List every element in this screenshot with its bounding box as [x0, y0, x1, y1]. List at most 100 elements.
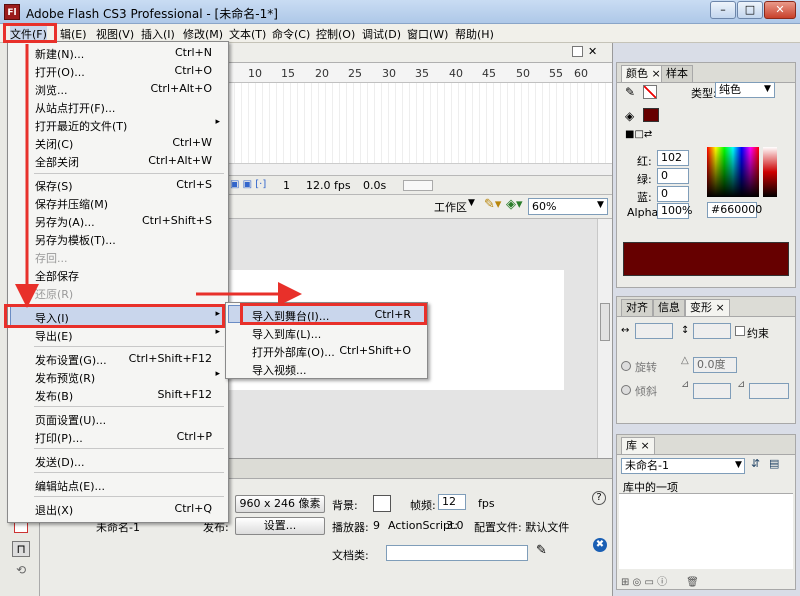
- menu-open-from-site[interactable]: 从站点打开(F)...: [8, 98, 228, 116]
- menu-page-setup[interactable]: 页面设置(U)...: [8, 410, 228, 428]
- menu-text[interactable]: 文本(T): [229, 26, 266, 42]
- magnet-icon[interactable]: ⊓: [12, 541, 30, 557]
- menu-edit-sites[interactable]: 编辑站点(E)...: [8, 476, 228, 494]
- menu-exit[interactable]: 退出(X) Ctrl+Q: [8, 500, 228, 518]
- workspace-dropdown[interactable]: 工作区: [434, 199, 467, 215]
- blue-input[interactable]: 0: [657, 186, 689, 202]
- smooth-icon[interactable]: ⟲: [12, 563, 30, 579]
- menu-save-as-template[interactable]: 另存为模板(T)...: [8, 230, 228, 248]
- menu-publish-settings[interactable]: 发布设置(G)... Ctrl+Shift+F12: [8, 350, 228, 368]
- green-input[interactable]: 0: [657, 168, 689, 184]
- onion-skin-icon[interactable]: ▣ ▣ [·]: [230, 179, 266, 190]
- rotate-radio[interactable]: [621, 361, 631, 371]
- menu-window[interactable]: 窗口(W): [407, 26, 448, 42]
- tab-align[interactable]: 对齐: [621, 299, 653, 316]
- menu-debug[interactable]: 调试(D): [362, 26, 401, 42]
- menu-edit[interactable]: 辑(E): [60, 26, 87, 42]
- skew-h-input[interactable]: [693, 383, 731, 399]
- edit-scene-icon[interactable]: ◈▾: [506, 197, 523, 212]
- menu-separator: [34, 346, 224, 347]
- ruler-tick: 10: [248, 67, 262, 80]
- menu-insert[interactable]: 插入(I): [141, 26, 175, 42]
- menu-import-to-library[interactable]: 导入到库(L)...: [226, 324, 427, 342]
- skew-radio[interactable]: [621, 385, 631, 395]
- zoom-select[interactable]: 60% ▼: [528, 198, 608, 215]
- ruler-tick: 30: [382, 67, 396, 80]
- height-input[interactable]: [693, 323, 731, 339]
- tab-library[interactable]: 库 ×: [621, 437, 655, 454]
- menu-publish[interactable]: 发布(B) Shift+F12: [8, 386, 228, 404]
- timeline-hscroll[interactable]: [228, 163, 612, 175]
- menu-export[interactable]: 导出(E) ▸: [8, 326, 228, 344]
- minimize-button[interactable]: –: [710, 1, 736, 19]
- library-panel: 库 × 未命名-1 ▼ ⇵ ▤ 库中的一项 ⊞ ◎ ▭ ⓘ 🗑: [616, 434, 796, 590]
- library-document-select[interactable]: 未命名-1: [621, 458, 745, 474]
- workspace-chevron-icon[interactable]: ▼: [468, 198, 475, 208]
- color-spectrum[interactable]: [707, 147, 759, 197]
- help-icon[interactable]: ?: [592, 491, 606, 505]
- paint-bucket-icon[interactable]: ◈: [625, 109, 634, 123]
- stroke-color-swatch[interactable]: [643, 85, 657, 99]
- maximize-button[interactable]: □: [737, 1, 763, 19]
- close-button[interactable]: ✕: [764, 1, 796, 19]
- document-class-input[interactable]: [386, 545, 528, 561]
- menu-control[interactable]: 控制(O): [316, 26, 355, 42]
- menu-modify[interactable]: 修改(M): [183, 26, 223, 42]
- menu-open-external-library[interactable]: 打开外部库(O)... Ctrl+Shift+O: [226, 342, 427, 360]
- pencil-icon[interactable]: ✎: [536, 543, 547, 558]
- menu-open-recent[interactable]: 打开最近的文件(T) ▸: [8, 116, 228, 134]
- library-footer-icons[interactable]: ⊞ ◎ ▭ ⓘ 🗑: [621, 573, 699, 588]
- document-size-button[interactable]: 960 x 246 像素: [235, 495, 325, 513]
- width-input[interactable]: [635, 323, 673, 339]
- alpha-input[interactable]: 100%: [657, 203, 692, 219]
- info-icon[interactable]: ✖: [593, 538, 607, 552]
- menu-send[interactable]: 发送(D)...: [8, 452, 228, 470]
- swap-colors-icon[interactable]: ■□⇄: [625, 129, 652, 140]
- new-library-icon[interactable]: ▤: [769, 457, 779, 470]
- frame-rate: 12.0 fps: [306, 179, 351, 192]
- tab-swatches[interactable]: 样本: [661, 65, 693, 82]
- fill-color-swatch[interactable]: [643, 108, 659, 122]
- background-color-swatch[interactable]: [373, 495, 391, 512]
- menu-help[interactable]: 帮助(H): [455, 26, 494, 42]
- menu-close[interactable]: 关闭(C) Ctrl+W: [8, 134, 228, 152]
- menu-print[interactable]: 打印(P)... Ctrl+P: [8, 428, 228, 446]
- stage-vscroll[interactable]: [597, 219, 612, 458]
- pin-library-icon[interactable]: ⇵: [751, 457, 760, 470]
- stroke-pencil-icon[interactable]: ✎: [625, 85, 635, 99]
- publish-settings-button[interactable]: 设置...: [235, 517, 325, 535]
- menu-save-all[interactable]: 全部保存: [8, 266, 228, 284]
- edit-symbols-icon[interactable]: ✎▾: [484, 197, 501, 212]
- close-doc-icon[interactable]: ✕: [588, 45, 597, 58]
- tab-transform[interactable]: 变形 ×: [685, 299, 730, 316]
- menu-new[interactable]: 新建(N)... Ctrl+N: [8, 44, 228, 62]
- library-list[interactable]: [619, 493, 793, 569]
- menu-save-as[interactable]: 另存为(A)... Ctrl+Shift+S: [8, 212, 228, 230]
- brightness-slider[interactable]: [763, 147, 777, 197]
- menu-view[interactable]: 视图(V): [96, 26, 134, 42]
- menu-save-compact[interactable]: 保存并压缩(M): [8, 194, 228, 212]
- constrain-checkbox[interactable]: [735, 326, 745, 336]
- menu-import-video[interactable]: 导入视频...: [226, 360, 427, 378]
- tab-transform-label: 变形: [690, 301, 712, 314]
- color-tabbar: 颜色 × 样本: [617, 63, 795, 83]
- menu-open[interactable]: 打开(O)... Ctrl+O: [8, 62, 228, 80]
- menu-browse[interactable]: 浏览... Ctrl+Alt+O: [8, 80, 228, 98]
- menu-close-all[interactable]: 全部关闭 Ctrl+Alt+W: [8, 152, 228, 170]
- tab-color[interactable]: 颜色 ×: [621, 65, 666, 82]
- rotate-input[interactable]: 0.0度: [693, 357, 737, 373]
- blue-label: 蓝:: [637, 191, 652, 204]
- timeline-frames[interactable]: [228, 83, 612, 163]
- red-input[interactable]: 102: [657, 150, 689, 166]
- background-label: 背景:: [332, 499, 358, 512]
- skew-v-input[interactable]: [749, 383, 789, 399]
- menu-publish-preview[interactable]: 发布预览(R) ▸: [8, 368, 228, 386]
- tab-info[interactable]: 信息: [653, 299, 685, 316]
- framerate-input[interactable]: 12: [438, 494, 466, 510]
- restore-icon[interactable]: [572, 46, 583, 57]
- scroll-thumb[interactable]: [600, 303, 610, 341]
- menu-save[interactable]: 保存(S) Ctrl+S: [8, 176, 228, 194]
- timeline-scroll-thumb[interactable]: [403, 180, 433, 191]
- menu-commands[interactable]: 命令(C): [272, 26, 310, 42]
- hex-input[interactable]: #660000: [707, 202, 762, 218]
